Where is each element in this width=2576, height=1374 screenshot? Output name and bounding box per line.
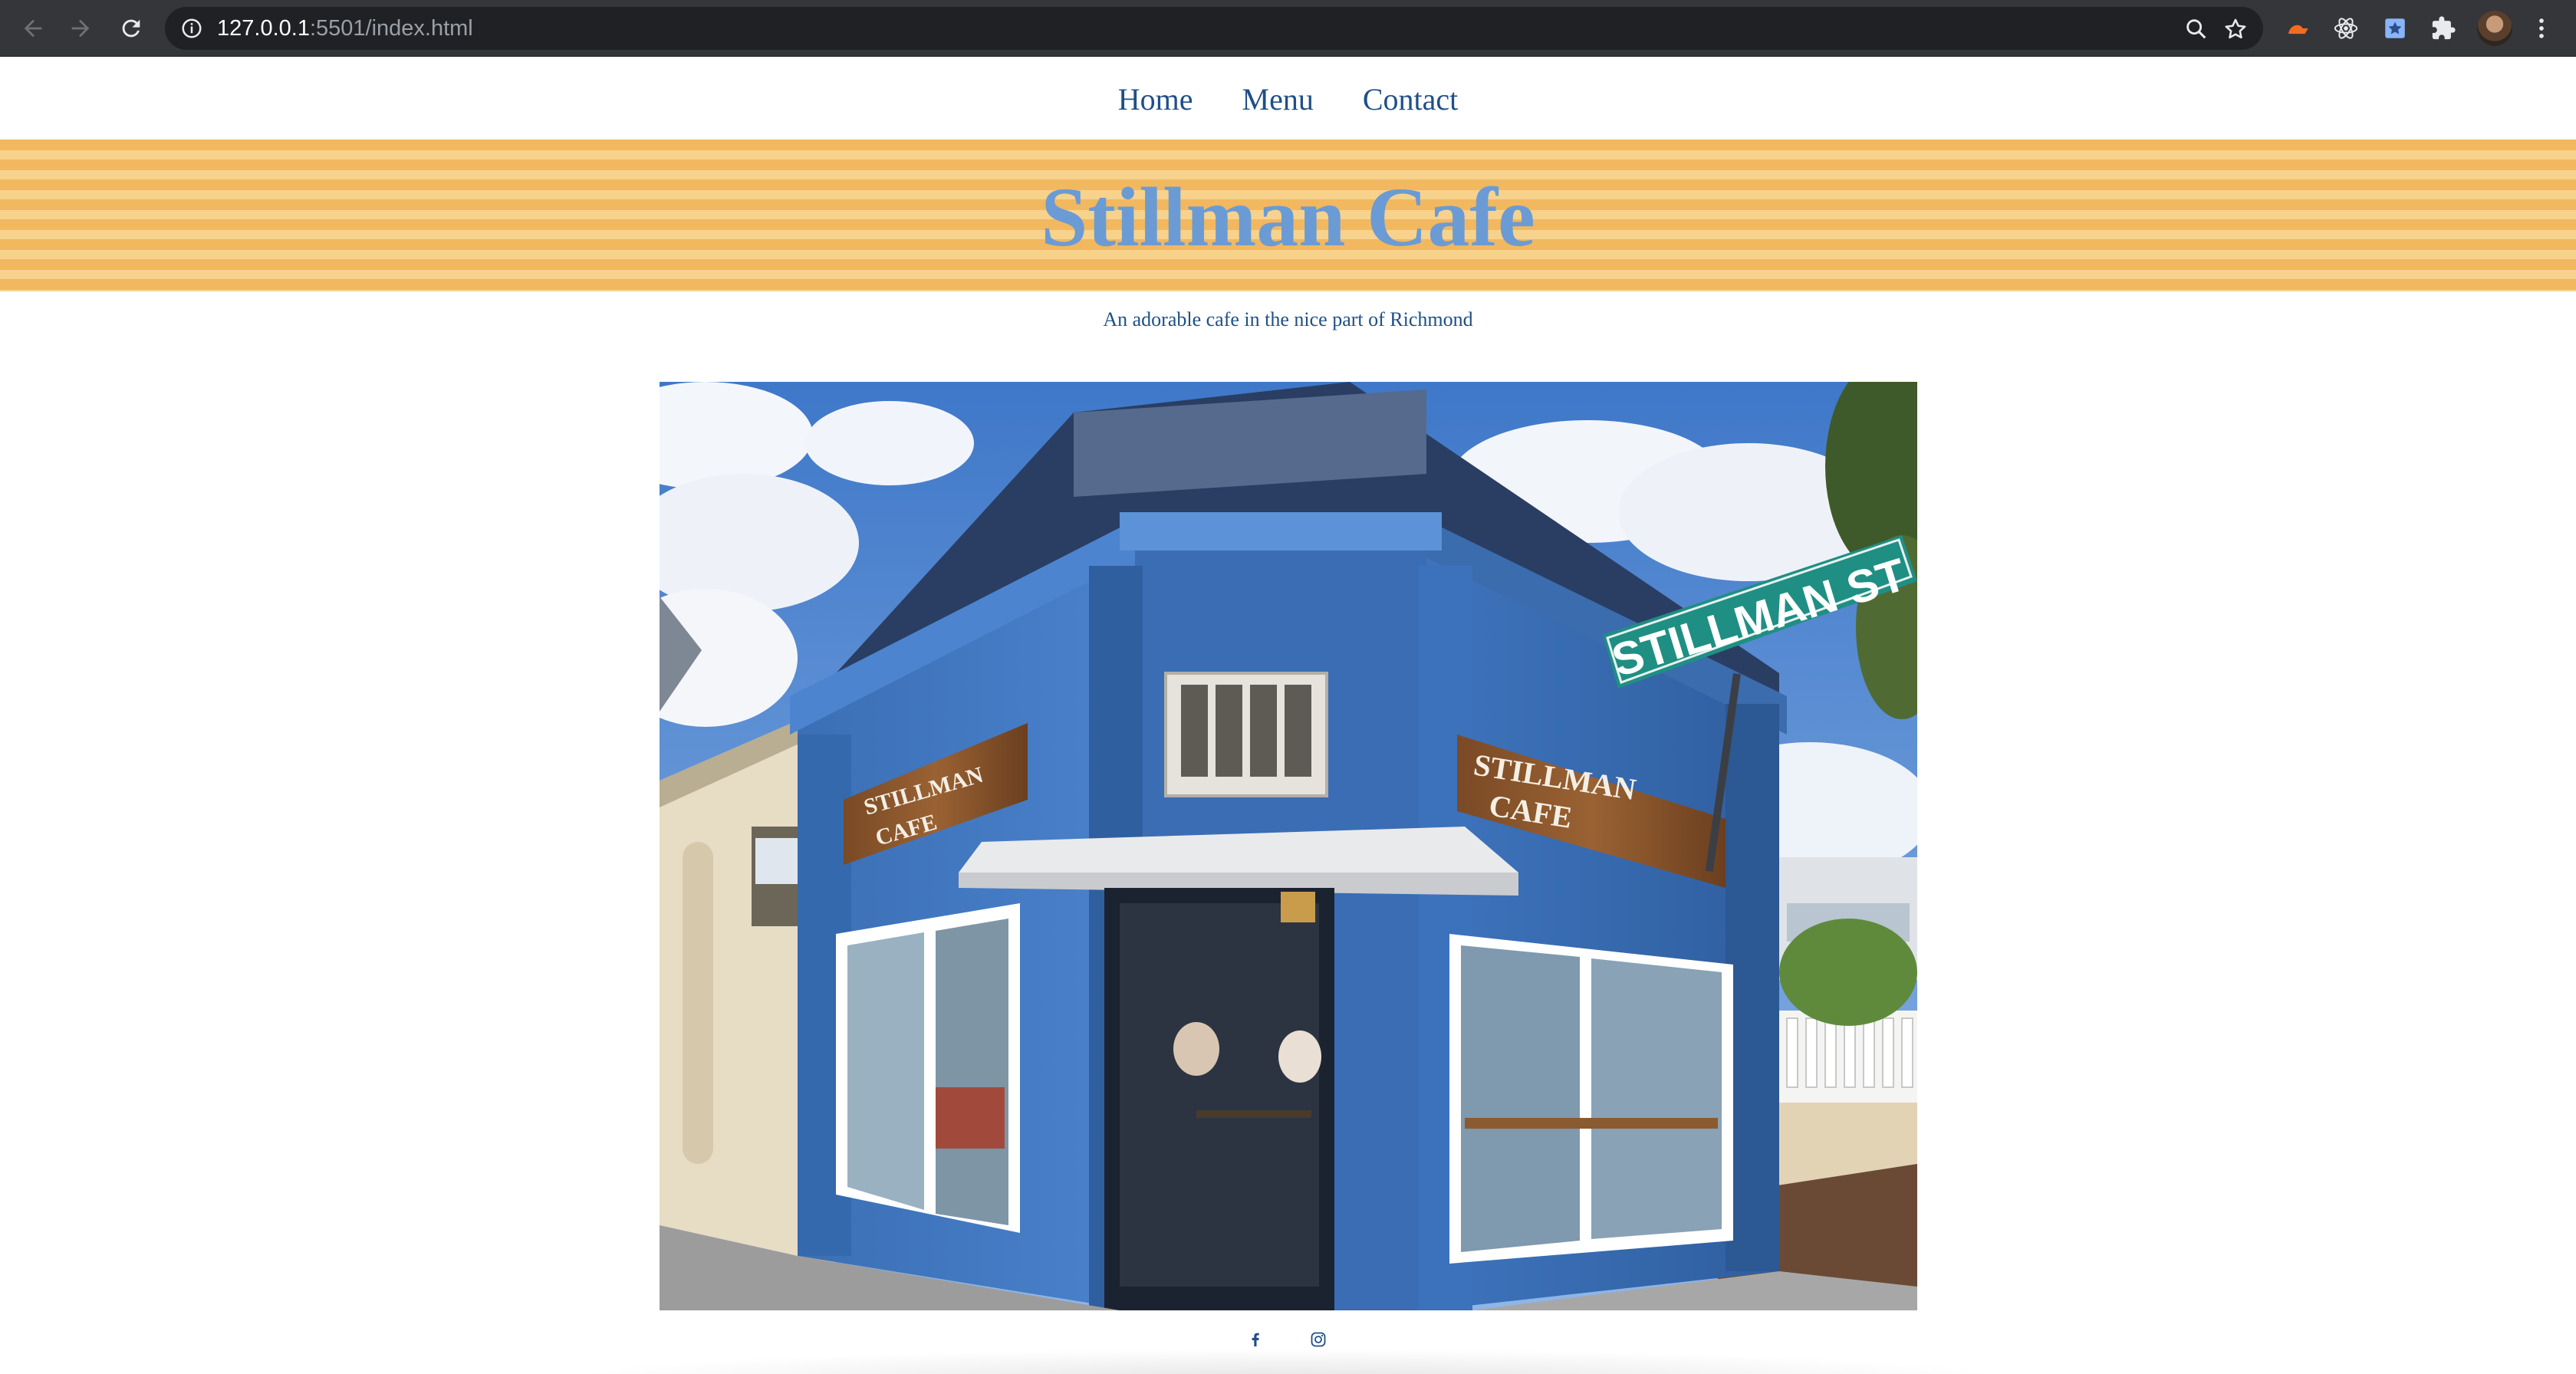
url-path: :5501/index.html	[309, 16, 473, 41]
info-icon[interactable]	[180, 17, 203, 40]
instagram-icon	[1311, 1332, 1326, 1347]
forward-icon	[71, 19, 90, 38]
site-title: Stillman Cafe	[1041, 169, 1535, 264]
zoom-icon[interactable]	[2183, 16, 2209, 42]
extension-star-icon[interactable]	[2381, 15, 2409, 42]
nav-home-link[interactable]: Home	[1118, 81, 1193, 117]
reload-icon	[122, 19, 140, 38]
react-devtools-icon[interactable]	[2332, 15, 2360, 42]
nav-contact-link[interactable]: Contact	[1363, 81, 1458, 117]
footer-shadow	[552, 1349, 2025, 1374]
forward-button[interactable]	[61, 9, 100, 48]
back-icon	[24, 19, 42, 38]
facebook-link[interactable]	[1243, 1327, 1268, 1352]
url-host: 127.0.0.1	[217, 16, 310, 41]
site-nav: Home Menu Contact	[0, 57, 2576, 141]
url-text: 127.0.0.1:5501/index.html	[217, 15, 473, 42]
puzzle-icon[interactable]	[2430, 15, 2457, 42]
kebab-menu-icon[interactable]	[2528, 15, 2555, 42]
browser-toolbar: 127.0.0.1:5501/index.html	[0, 0, 2576, 57]
nav-menu-link[interactable]: Menu	[1242, 81, 1314, 117]
hero-banner: Stillman Cafe	[0, 140, 2576, 291]
storefront-photo: STILLMAN CAFE STILLMAN CAFE STILLMAN ST	[660, 382, 1917, 1310]
back-button[interactable]	[14, 9, 52, 48]
profile-avatar[interactable]	[2477, 11, 2512, 46]
instagram-link[interactable]	[1306, 1327, 1331, 1352]
footer	[0, 1310, 2576, 1374]
facebook-icon	[1252, 1333, 1259, 1346]
reload-button[interactable]	[112, 9, 150, 48]
extension-cloud-icon[interactable]	[2285, 15, 2312, 42]
tagline: An adorable cafe in the nice part of Ric…	[1103, 308, 1473, 330]
bookmark-star-icon[interactable]	[2222, 16, 2249, 42]
storefront-illustration: STILLMAN CAFE STILLMAN CAFE STILLMAN ST	[660, 382, 1917, 1310]
address-bar[interactable]: 127.0.0.1:5501/index.html	[165, 7, 2263, 50]
